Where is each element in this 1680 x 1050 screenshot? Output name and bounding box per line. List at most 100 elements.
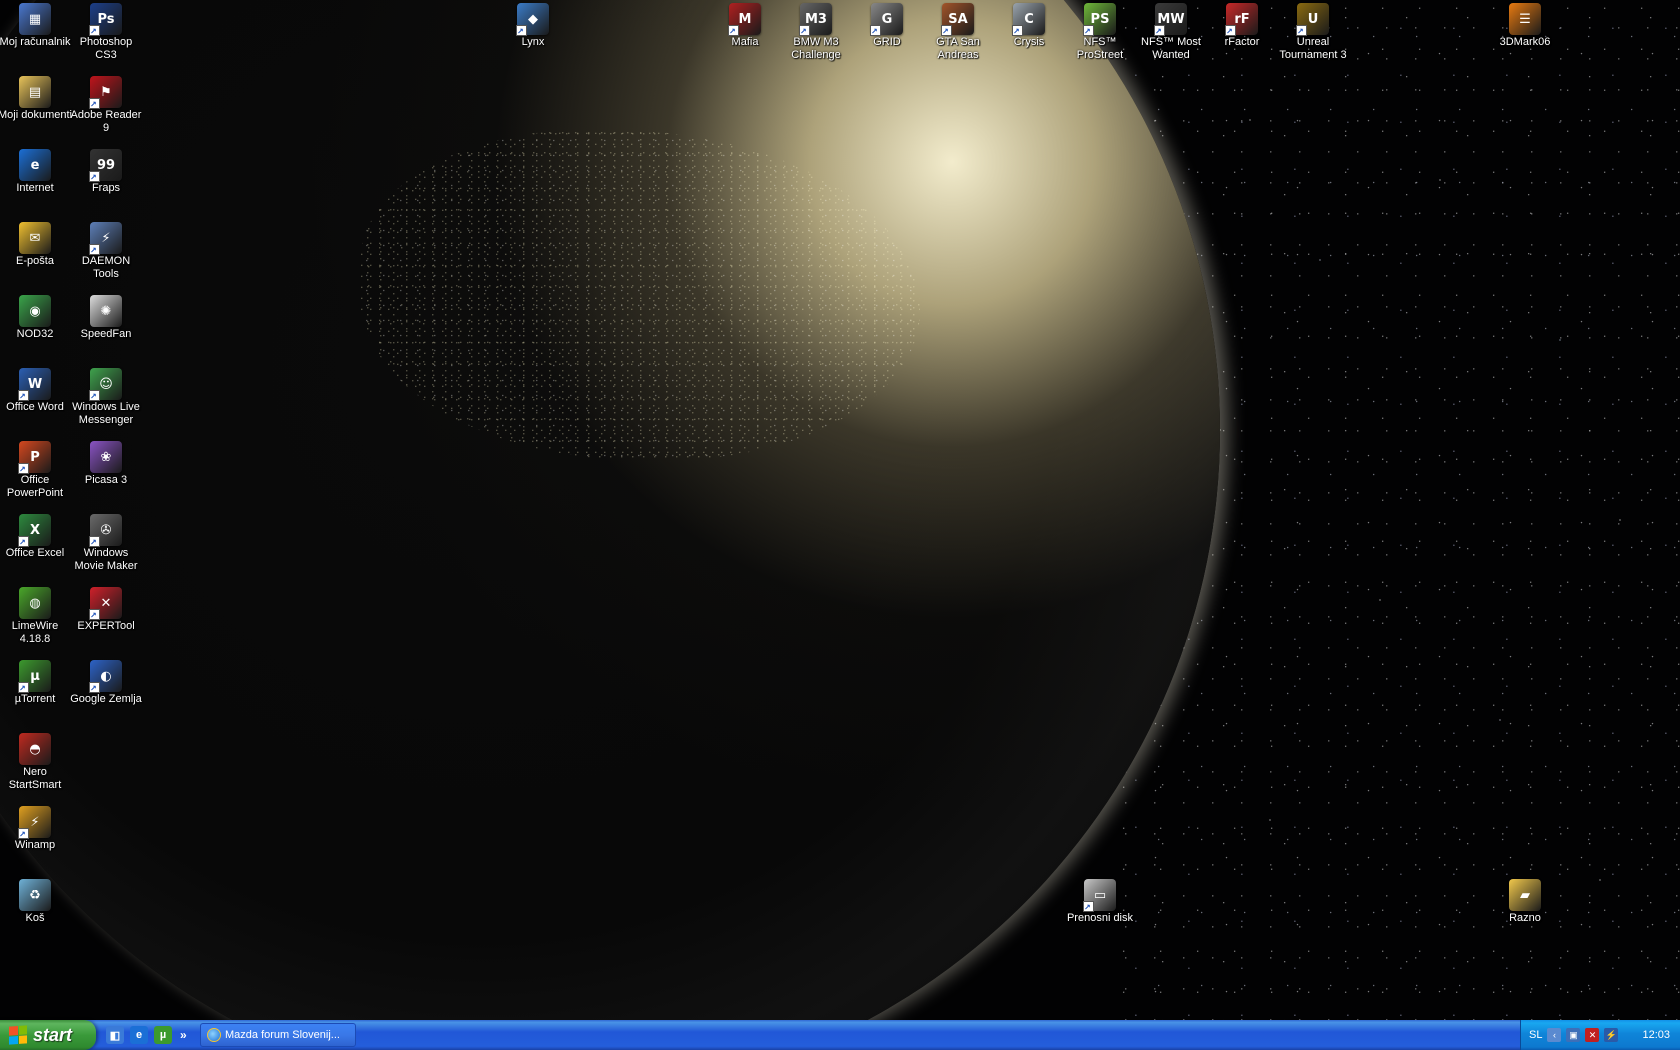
- desktop-icon-label: Crysis: [1013, 36, 1045, 48]
- desktop-icon-label: Moji dokumenti: [0, 109, 72, 121]
- desktop-icon[interactable]: MWNFS™ Most Wanted: [1133, 3, 1209, 62]
- desktop-icon[interactable]: ⚡DAEMON Tools: [68, 222, 144, 281]
- desktop-icon-label: Windows Movie Maker: [74, 547, 138, 572]
- mafia-icon: M: [728, 3, 761, 37]
- desktop-icon[interactable]: PSNFS™ ProStreet: [1062, 3, 1138, 62]
- movie-maker-icon: ✇: [89, 514, 122, 548]
- desktop-icon[interactable]: ☰ 3DMark06: [1487, 3, 1563, 49]
- desktop-icon[interactable]: ⚑Adobe Reader 9: [68, 76, 144, 135]
- desktop-icon[interactable]: rFrFactor: [1204, 3, 1280, 49]
- taskbar-window-button[interactable]: Mazda forum Slovenij...: [200, 1023, 356, 1047]
- desktop-icon-label: GTA San Andreas: [936, 36, 980, 61]
- desktop-icon[interactable]: UUnreal Tournament 3: [1275, 3, 1351, 62]
- desktop-icon[interactable]: ✇Windows Movie Maker: [68, 514, 144, 573]
- taskbar-window-title: Mazda forum Slovenij...: [225, 1029, 340, 1041]
- desktop-icon-label: Office PowerPoint: [6, 474, 64, 499]
- fraps-icon: 99: [89, 149, 122, 183]
- nod32-icon: ◉: [19, 295, 51, 327]
- desktop-icon[interactable]: MMafia: [707, 3, 783, 49]
- desktop-icon[interactable]: ◐Google Zemlja: [68, 660, 144, 706]
- desktop-icon-label: Office Excel: [5, 547, 65, 559]
- quick-launch-bar: ◧ e µ »: [106, 1025, 187, 1045]
- desktop-icon-label: 3DMark06: [1499, 36, 1551, 48]
- desktop-icon-label: DAEMON Tools: [81, 255, 131, 280]
- desktop-icon[interactable]: ❀ Picasa 3: [68, 441, 144, 487]
- desktop-icon[interactable]: ◓ Nero StartSmart: [0, 733, 73, 792]
- desktop-icon[interactable]: ▤ Moji dokumenti: [0, 76, 73, 122]
- nero-icon: ◓: [19, 733, 51, 765]
- desktop-icon-label: µTorrent: [14, 693, 56, 705]
- desktop-icon-label: Nero StartSmart: [8, 766, 62, 791]
- quick-launch-utorrent-icon[interactable]: µ: [154, 1026, 172, 1044]
- desktop-icon[interactable]: WOffice Word: [0, 368, 73, 414]
- internet-explorer-icon: [207, 1028, 221, 1042]
- desktop-icon-label: Internet: [16, 182, 54, 194]
- desktop-icon-label: NFS™ Most Wanted: [1141, 36, 1201, 61]
- desktop-icon[interactable]: ◉ NOD32: [0, 295, 73, 341]
- desktop-icon[interactable]: M3BMW M3 Challenge: [778, 3, 854, 62]
- photoshop-icon: Ps: [89, 3, 122, 37]
- start-button[interactable]: start: [0, 1020, 96, 1050]
- desktop-icon-label: Moj računalnik: [0, 36, 71, 48]
- google-earth-icon: ◐: [89, 660, 122, 694]
- bmw-m3-icon: M3: [799, 3, 832, 37]
- excel-icon: X: [18, 514, 51, 548]
- quick-launch-internet-explorer-icon[interactable]: e: [130, 1026, 148, 1044]
- desktop-icon[interactable]: ◆Lynx: [495, 3, 571, 49]
- email-icon: ✉: [19, 222, 51, 254]
- gta-san-andreas-icon: SA: [941, 3, 974, 37]
- adobe-reader-icon: ⚑: [89, 76, 122, 110]
- desktop-icon-label: Picasa 3: [84, 474, 128, 486]
- desktop-icon-label: Photoshop CS3: [79, 36, 133, 61]
- desktop-icon-label: Razno: [1509, 912, 1541, 924]
- utorrent-icon: µ: [18, 660, 51, 694]
- desktop-icon-label: GRID: [873, 36, 901, 48]
- desktop-icon-label: NOD32: [16, 328, 54, 340]
- quick-launch-more-button[interactable]: »: [180, 1028, 187, 1042]
- desktop-icon-label: Winamp: [14, 839, 56, 851]
- desktop-icon-label: SpeedFan: [80, 328, 132, 340]
- grid-icon: G: [870, 3, 903, 37]
- quick-launch-show-desktop-icon[interactable]: ◧: [106, 1026, 124, 1044]
- word-icon: W: [18, 368, 51, 402]
- desktop-icon[interactable]: PsPhotoshop CS3: [68, 3, 144, 62]
- desktop-icon[interactable]: ⚡Winamp: [0, 806, 73, 852]
- desktop-icon[interactable]: ✺ SpeedFan: [68, 295, 144, 341]
- winamp-icon: ⚡: [18, 806, 51, 840]
- windows-logo-icon: [9, 1025, 27, 1045]
- desktop-icon[interactable]: e Internet: [0, 149, 73, 195]
- desktop-icon[interactable]: ▰ Razno: [1487, 879, 1563, 925]
- language-indicator[interactable]: SL: [1529, 1029, 1542, 1041]
- desktop-icon[interactable]: ☺Windows Live Messenger: [68, 368, 144, 427]
- folder-icon: ▰: [1509, 879, 1541, 911]
- desktop-icon[interactable]: ✉ E-pošta: [0, 222, 73, 268]
- desktop-icon[interactable]: ▦ Moj računalnik: [0, 3, 73, 49]
- recycle-bin-icon: ♻: [19, 879, 51, 911]
- desktop-icon[interactable]: ✕EXPERTool: [68, 587, 144, 633]
- clock[interactable]: 12:03: [1642, 1029, 1680, 1041]
- desktop-icon[interactable]: µµTorrent: [0, 660, 73, 706]
- tray-expand-icon[interactable]: ‹: [1547, 1028, 1562, 1042]
- daemon-tools-tray-icon[interactable]: ⚡: [1604, 1028, 1619, 1042]
- start-label: start: [33, 1024, 73, 1045]
- network-icon[interactable]: ▣: [1566, 1028, 1581, 1042]
- desktop-icon[interactable]: SAGTA San Andreas: [920, 3, 996, 62]
- system-tray: SL ‹ ▣ ✕ ⚡ 12:03: [1520, 1020, 1680, 1050]
- desktop: ▦Moj računalnikPsPhotoshop CS3▤Moji doku…: [0, 0, 1680, 1020]
- desktop-icon[interactable]: ▭Prenosni disk: [1062, 879, 1138, 925]
- desktop-icon-label: Office Word: [6, 401, 64, 413]
- daemon-tools-icon: ⚡: [89, 222, 122, 256]
- desktop-icon[interactable]: ◍ LimeWire 4.18.8: [0, 587, 73, 646]
- desktop-icon-label: EXPERTool: [77, 620, 135, 632]
- desktop-icon-label: rFactor: [1224, 36, 1260, 48]
- desktop-icon[interactable]: 99Fraps: [68, 149, 144, 195]
- desktop-icon[interactable]: POffice PowerPoint: [0, 441, 73, 500]
- rfactor-icon: rF: [1225, 3, 1258, 37]
- expertool-tray-icon[interactable]: ✕: [1585, 1028, 1600, 1042]
- desktop-icon[interactable]: CCrysis: [991, 3, 1067, 49]
- desktop-icon[interactable]: ♻ Koš: [0, 879, 73, 925]
- desktop-icon[interactable]: XOffice Excel: [0, 514, 73, 560]
- 3dmark-icon: ☰: [1509, 3, 1541, 35]
- desktop-icon[interactable]: GGRID: [849, 3, 925, 49]
- desktop-icon-label: BMW M3 Challenge: [791, 36, 841, 61]
